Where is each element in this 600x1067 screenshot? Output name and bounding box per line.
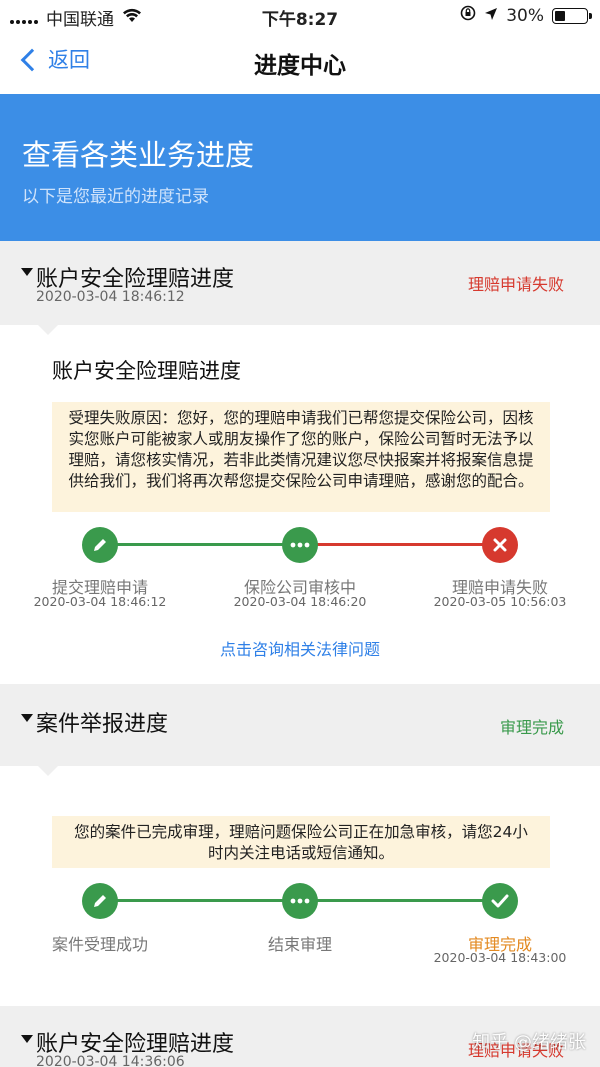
status-badge: 理赔申请失败: [467, 275, 564, 294]
battery-percent: 30%: [506, 5, 544, 26]
section-header-claim[interactable]: 账户安全险理赔进度 2020-03-04 18:46:12 理赔申请失败: [0, 241, 600, 325]
section-date: 2020-03-04 14:36:06: [36, 1054, 185, 1067]
section-header-report[interactable]: 案件举报进度 审理完成: [0, 684, 600, 766]
caret-down-icon: [21, 714, 33, 722]
step-label: 案件受理成功: [51, 935, 148, 954]
notice-box: 您的案件已完成审理，理赔问题保险公司正在加急审核，请您24小时内关注电话或短信通…: [52, 816, 550, 868]
banner-subtitle: 以下是您最近的进度记录: [22, 187, 209, 207]
step-time: 2020-03-04 18:46:20: [233, 594, 367, 609]
status-badge: 审理完成: [499, 718, 564, 737]
battery-fill: [555, 10, 566, 21]
more-icon: [282, 883, 318, 919]
section-title: 案件举报进度: [36, 712, 169, 737]
lock-rotation-icon: [460, 5, 476, 26]
step-time: 2020-03-04 18:43:00: [433, 950, 567, 965]
caret-down-icon: [21, 1035, 33, 1043]
check-icon: [482, 883, 518, 919]
status-bar: 中国联通 下午8:27 30%: [0, 0, 600, 32]
battery-icon: [552, 7, 592, 24]
header-banner: 查看各类业务进度 以下是您最近的进度记录: [0, 94, 600, 241]
location-icon: [484, 6, 498, 26]
step-time: 2020-03-05 10:56:03: [433, 594, 567, 609]
pencil-icon: [82, 527, 118, 563]
watermark: 知乎 @绪绪张: [472, 1032, 586, 1053]
section-date: 2020-03-04 18:46:12: [36, 289, 185, 305]
banner-title: 查看各类业务进度: [22, 138, 255, 172]
page-title: 进度中心: [254, 53, 346, 79]
card-title: 账户安全险理赔进度: [52, 359, 241, 383]
caret-down-icon: [21, 268, 33, 276]
notice-box: 受理失败原因：您好，您的理赔申请我们已帮您提交保险公司，因核实您账户可能被家人或…: [52, 402, 550, 512]
progress-line: [100, 543, 300, 546]
step-time: 2020-03-04 18:46:12: [33, 594, 167, 609]
more-icon: [282, 527, 318, 563]
step-label: 结束审理: [267, 935, 332, 954]
pointer-notch: [38, 766, 58, 776]
pencil-icon: [82, 883, 118, 919]
legal-consult-link[interactable]: 点击咨询相关法律问题: [0, 636, 600, 660]
progress-line: [300, 543, 500, 546]
pointer-notch: [38, 325, 58, 335]
nav-bar: 返回 进度中心: [0, 32, 600, 94]
status-right: 30%: [460, 5, 592, 26]
close-icon: [482, 527, 518, 563]
